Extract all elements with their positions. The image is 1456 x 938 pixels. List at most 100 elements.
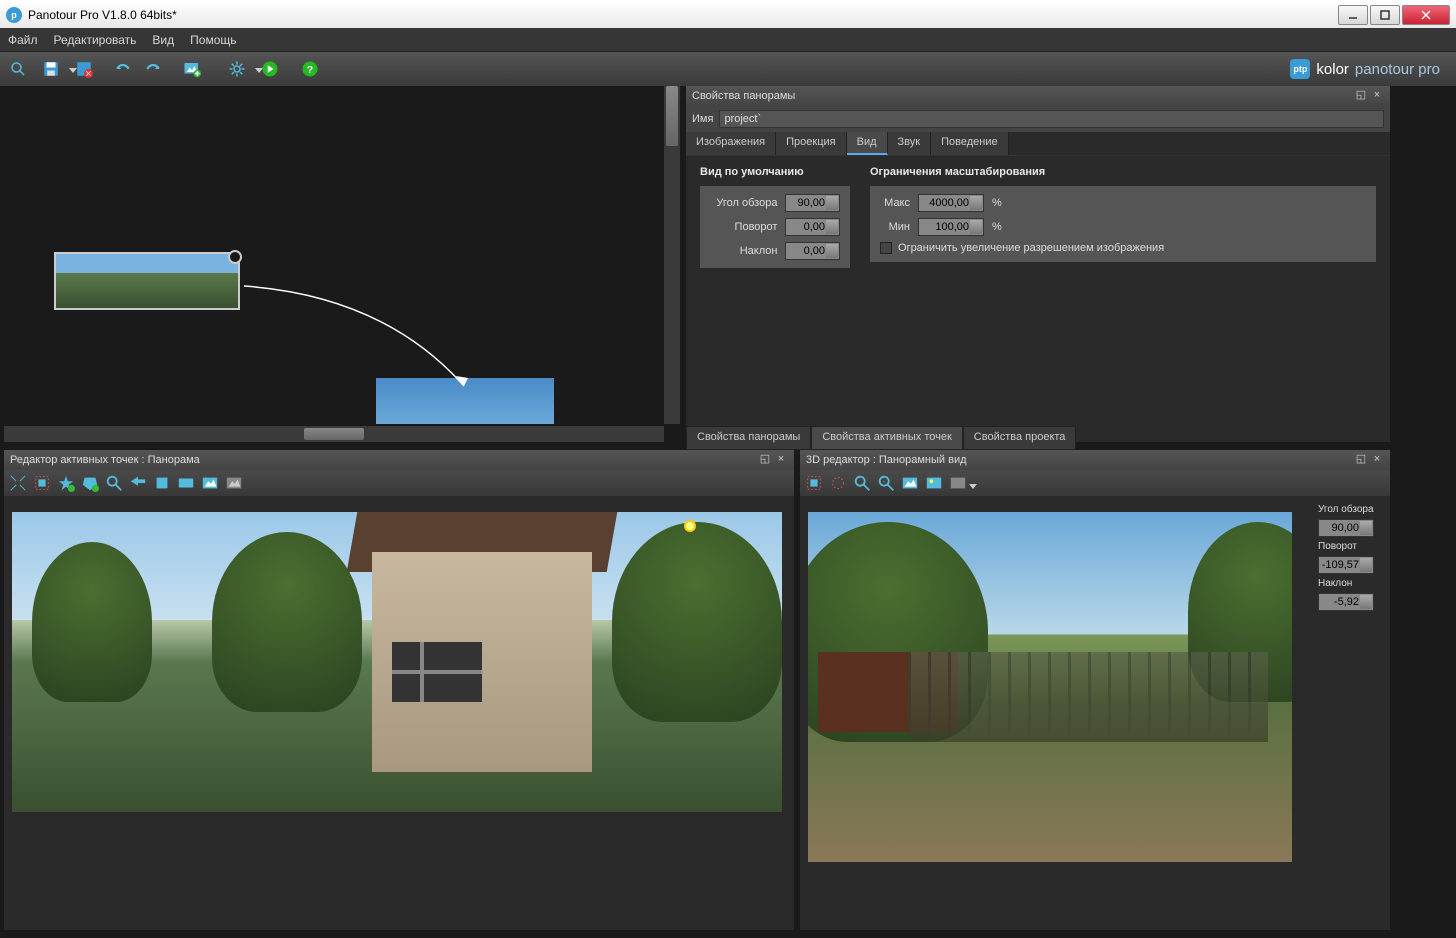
close-panel-icon[interactable]: ×	[774, 453, 788, 467]
hotspot-title: Редактор активных точек : Панорама	[10, 454, 200, 466]
brand: ptp kolor panotour pro	[1290, 59, 1450, 79]
maximize-button[interactable]	[1370, 5, 1400, 25]
close-panel-icon[interactable]: ×	[1370, 453, 1384, 467]
menu-file[interactable]: Файл	[8, 33, 38, 47]
viewer-controls: Угол обзора 90,00 Поворот -109,57 Наклон…	[1318, 502, 1384, 611]
viewer-toolbar: -	[800, 470, 1390, 496]
image1-icon[interactable]	[200, 473, 220, 493]
properties-title: Свойства панорамы	[692, 90, 795, 102]
zoom-max-label: Макс	[880, 197, 910, 209]
menu-edit[interactable]: Редактировать	[54, 33, 137, 47]
tab-images[interactable]: Изображения	[686, 132, 776, 155]
select-tool-icon[interactable]	[8, 473, 28, 493]
redo-button[interactable]	[140, 57, 164, 81]
hand-tool-icon[interactable]	[128, 473, 148, 493]
fit-tool-icon[interactable]	[176, 473, 196, 493]
property-tabs: Изображения Проекция Вид Звук Поведение	[686, 132, 1390, 156]
limit-zoom-checkbox[interactable]	[880, 242, 892, 254]
btab-hotspots[interactable]: Свойства активных точек	[811, 426, 962, 450]
default-view-legend: Вид по умолчанию	[700, 166, 850, 178]
viewer-title: 3D редактор : Панорамный вид	[806, 454, 967, 466]
btab-project[interactable]: Свойства проекта	[963, 426, 1077, 450]
new-button[interactable]	[6, 57, 30, 81]
node-canvas[interactable]	[4, 86, 664, 424]
panorama-preview[interactable]	[12, 512, 782, 812]
help-button[interactable]: ?	[298, 57, 322, 81]
delete-button[interactable]	[72, 57, 96, 81]
settings-button[interactable]	[220, 57, 254, 81]
v-zoom-icon[interactable]	[852, 473, 872, 493]
tab-behavior[interactable]: Поведение	[931, 132, 1009, 155]
add-point-icon[interactable]	[56, 473, 76, 493]
brand-kolor: kolor	[1316, 61, 1349, 78]
save-button[interactable]	[34, 57, 68, 81]
hotspot-marker[interactable]	[684, 520, 696, 532]
3d-preview[interactable]	[808, 512, 1292, 862]
btab-pano[interactable]: Свойства панорамы	[686, 426, 811, 450]
svg-text:?: ?	[307, 64, 313, 76]
vtilt-label: Наклон	[1318, 576, 1384, 591]
properties-panel: Свойства панорамы ◱ × Имя Изображения Пр…	[686, 86, 1390, 442]
fov-label: Угол обзора	[710, 197, 777, 209]
name-input[interactable]	[719, 110, 1384, 128]
properties-header[interactable]: Свойства панорамы ◱ ×	[686, 86, 1390, 106]
node-graph-panel	[4, 86, 680, 442]
tab-sound[interactable]: Звук	[888, 132, 932, 155]
zoom-legend: Ограничения масштабирования	[870, 166, 1376, 178]
tab-view[interactable]: Вид	[847, 132, 888, 155]
minimize-button[interactable]	[1338, 5, 1368, 25]
main-toolbar: ? ptp kolor panotour pro	[0, 52, 1456, 86]
image2-icon[interactable]	[224, 473, 244, 493]
tab-projection[interactable]: Проекция	[776, 132, 846, 155]
undock-icon[interactable]: ◱	[758, 453, 772, 467]
tilt-spinner[interactable]: 0,00	[785, 242, 840, 260]
play-button[interactable]	[258, 57, 282, 81]
vpan-label: Поворот	[1318, 539, 1384, 554]
center-tool-icon[interactable]	[152, 473, 172, 493]
window-title: Panotour Pro V1.8.0 64bits*	[28, 8, 177, 22]
vtilt-spinner[interactable]: -5,92	[1318, 593, 1374, 611]
undo-button[interactable]	[112, 57, 136, 81]
vpan-spinner[interactable]: -109,57	[1318, 556, 1374, 574]
limit-zoom-label: Ограничить увеличение разрешением изобра…	[898, 242, 1164, 254]
vertical-scrollbar[interactable]	[664, 86, 680, 424]
brand-logo-icon: ptp	[1290, 59, 1310, 79]
panorama-node-2[interactable]	[376, 378, 554, 424]
v-center-icon[interactable]	[828, 473, 848, 493]
tilt-label: Наклон	[710, 245, 777, 257]
pan-spinner[interactable]: 0,00	[785, 218, 840, 236]
vfov-spinner[interactable]: 90,00	[1318, 519, 1374, 537]
bottom-tabs: Свойства панорамы Свойства активных точе…	[686, 426, 1076, 450]
pct-2: %	[992, 221, 1002, 233]
menu-help[interactable]: Помощь	[190, 33, 236, 47]
undock-icon[interactable]: ◱	[1354, 453, 1368, 467]
menu-view[interactable]: Вид	[152, 33, 174, 47]
titlebar[interactable]: p Panotour Pro V1.8.0 64bits*	[0, 0, 1456, 28]
vfov-label: Угол обзора	[1318, 502, 1384, 517]
3d-viewer-panel: 3D редактор : Панорамный вид ◱× - Угол о…	[800, 450, 1390, 930]
add-image-button[interactable]	[180, 57, 204, 81]
fov-spinner[interactable]: 90,00	[785, 194, 840, 212]
v-zoom2-icon[interactable]: -	[876, 473, 896, 493]
v-marquee-icon[interactable]	[804, 473, 824, 493]
close-panel-icon[interactable]: ×	[1370, 89, 1384, 103]
pan-label: Поворот	[710, 221, 777, 233]
zoom-min-spinner[interactable]: 100,00	[918, 218, 984, 236]
undock-icon[interactable]: ◱	[1354, 89, 1368, 103]
name-label: Имя	[692, 113, 713, 125]
app-icon: p	[6, 7, 22, 23]
zoom-max-spinner[interactable]: 4000,00	[918, 194, 984, 212]
v-img1-icon[interactable]	[900, 473, 920, 493]
add-polygon-icon[interactable]	[80, 473, 100, 493]
viewer-header[interactable]: 3D редактор : Панорамный вид ◱×	[800, 450, 1390, 470]
close-button[interactable]	[1402, 5, 1450, 25]
pct-1: %	[992, 197, 1002, 209]
v-img2-icon[interactable]	[924, 473, 944, 493]
panorama-node-1[interactable]	[54, 252, 240, 310]
hotspot-header[interactable]: Редактор активных точек : Панорама ◱×	[4, 450, 794, 470]
horizontal-scrollbar[interactable]	[4, 426, 664, 442]
menubar: Файл Редактировать Вид Помощь	[0, 28, 1456, 52]
zoom-tool-icon[interactable]	[104, 473, 124, 493]
marquee-tool-icon[interactable]	[32, 473, 52, 493]
v-dropdown-icon[interactable]	[948, 473, 968, 493]
